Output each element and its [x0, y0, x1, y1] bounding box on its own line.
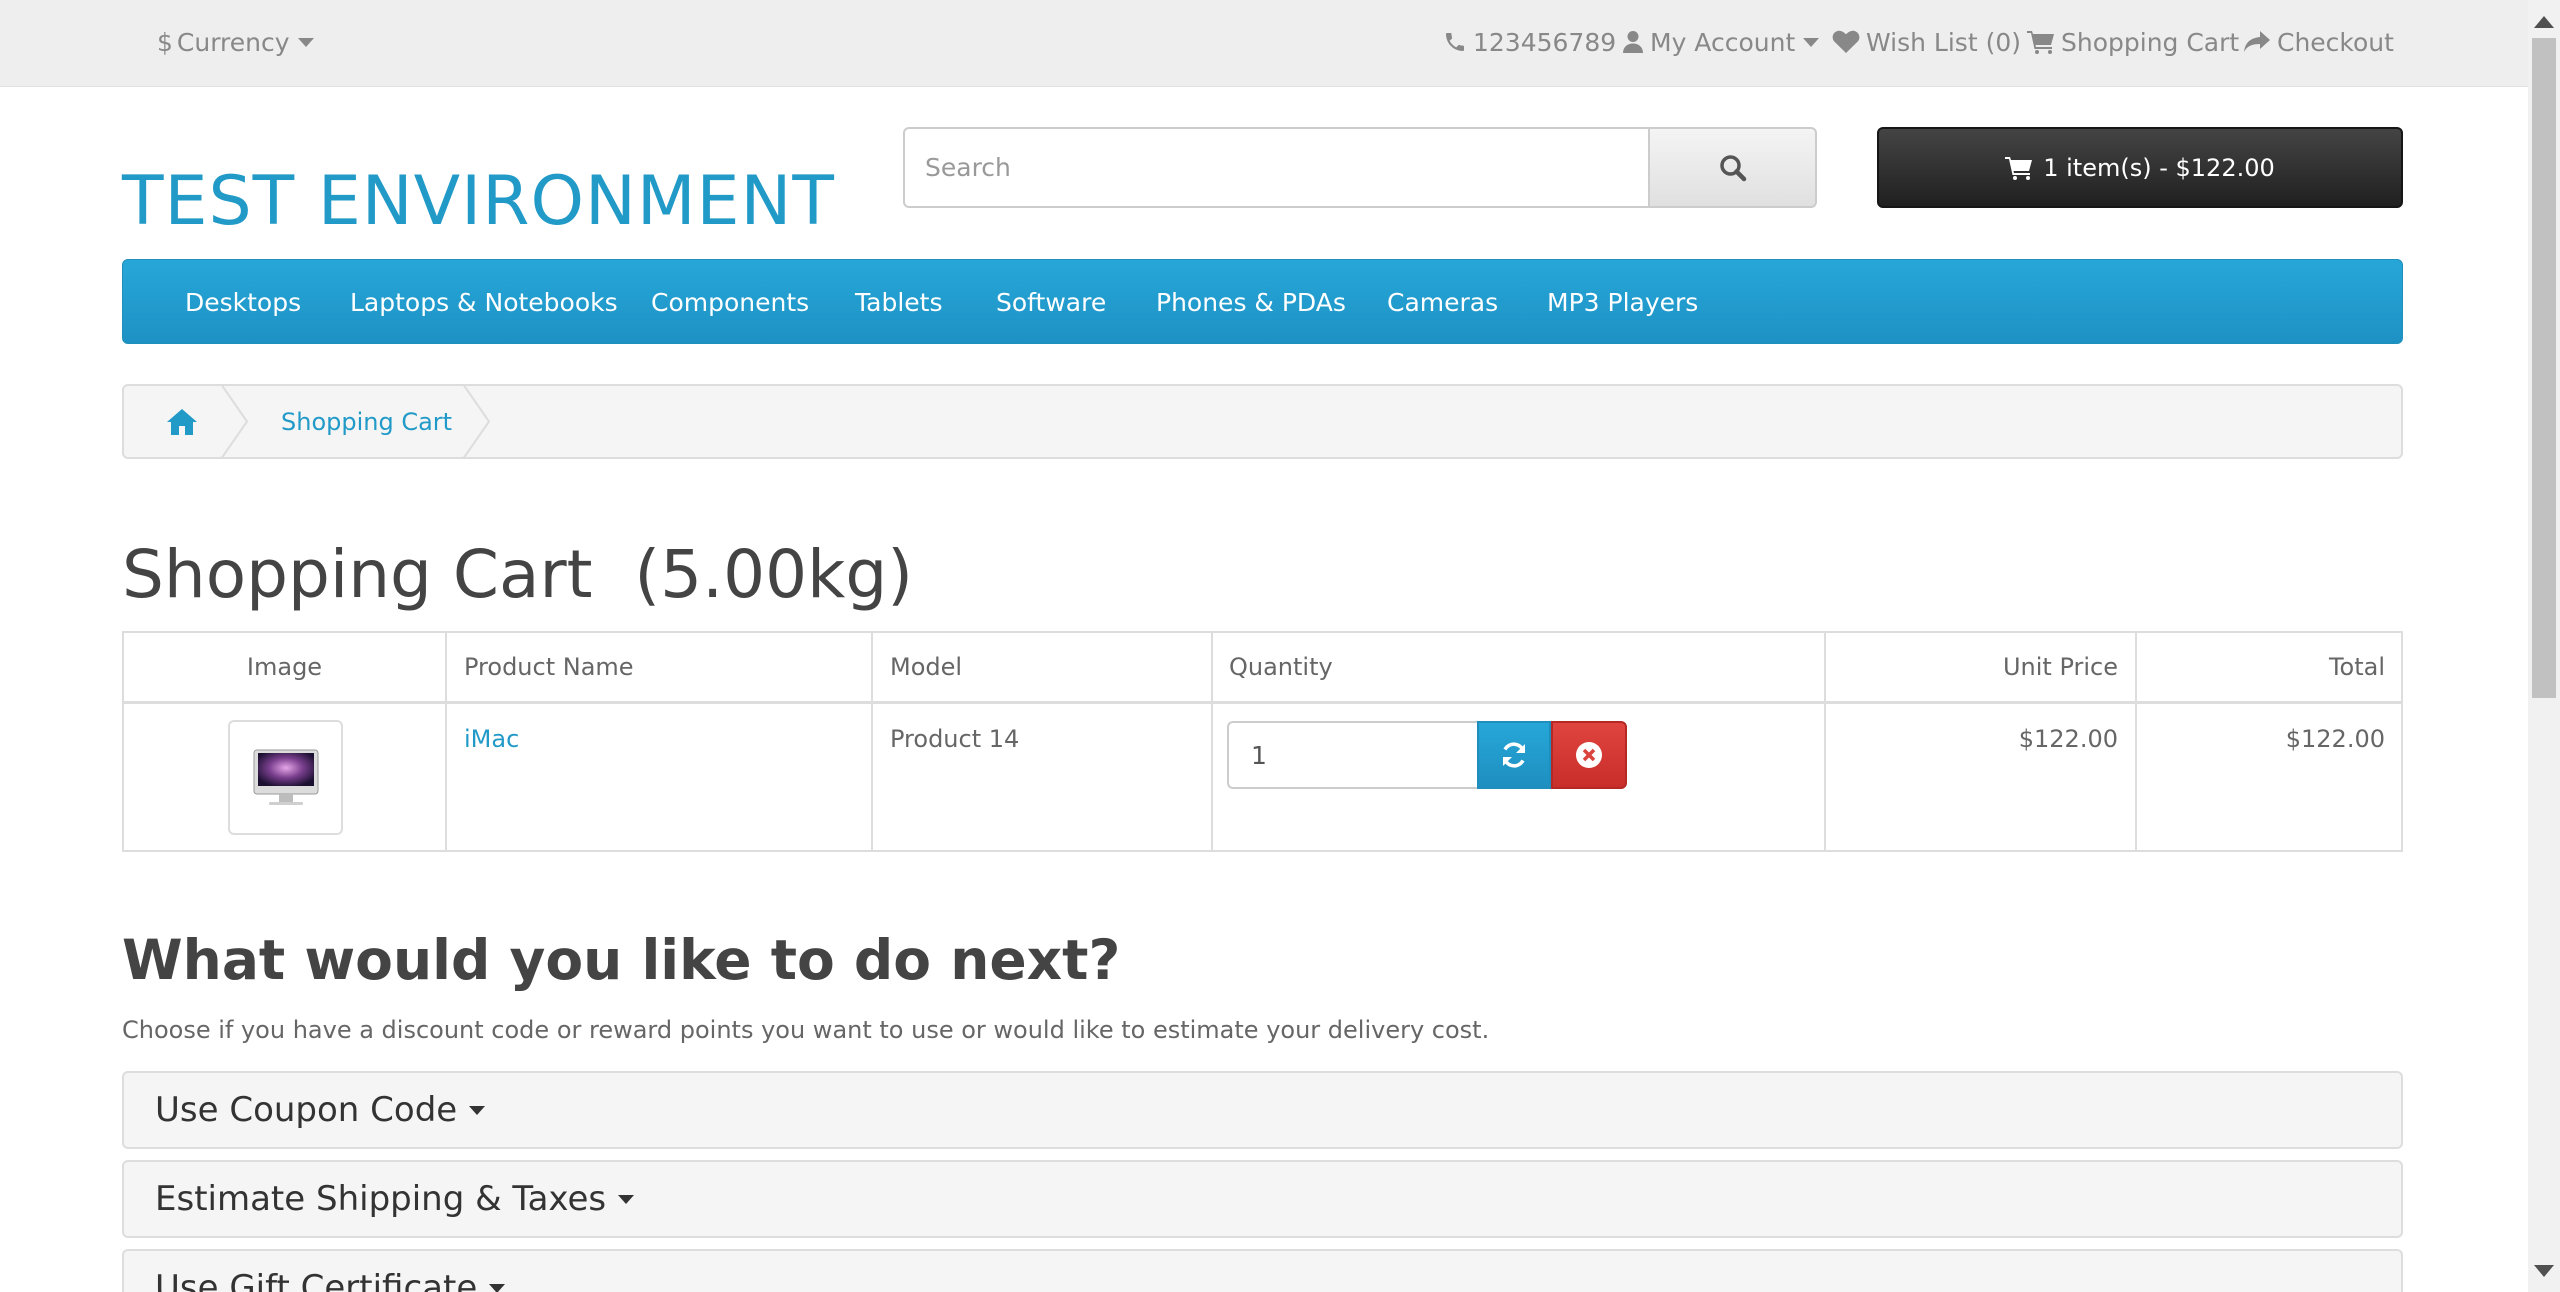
chevron-down-icon	[618, 1194, 635, 1204]
line-total: $122.00	[2285, 725, 2385, 753]
cart-table: Image Product Name Model Quantity Unit P…	[122, 631, 2403, 852]
menu-item-mp3-players[interactable]: MP3 Players	[1547, 260, 1698, 345]
menu-item-tablets[interactable]: Tablets	[855, 260, 942, 345]
search-input[interactable]	[903, 127, 1651, 208]
my-account-dropdown[interactable]: My Account	[1622, 22, 1820, 62]
imac-image	[253, 749, 318, 805]
product-name-link[interactable]: iMac	[464, 725, 519, 753]
header-unit-price: Unit Price	[2002, 653, 2118, 681]
cart-icon	[2005, 156, 2033, 180]
share-icon	[2244, 31, 2270, 52]
gift-certificate-panel-title: Use Gift Certificate	[155, 1251, 506, 1292]
currency-symbol: $	[157, 27, 173, 57]
scroll-thumb[interactable]	[2532, 38, 2556, 698]
cart-summary-button[interactable]: 1 item(s) - $122.00	[1877, 127, 2403, 208]
chevron-down-icon	[489, 1283, 506, 1292]
header-model: Model	[890, 653, 963, 681]
update-quantity-button[interactable]	[1477, 721, 1551, 789]
refresh-icon	[1502, 742, 1526, 768]
currency-dropdown[interactable]: $ Currency	[157, 22, 314, 62]
unit-price: $122.00	[2018, 725, 2118, 753]
breadcrumb: Shopping Cart	[122, 384, 2403, 459]
menu-item-laptops[interactable]: Laptops & Notebooks	[350, 260, 618, 345]
shopping-cart-link[interactable]: Shopping Cart	[2027, 22, 2239, 62]
checkout-link[interactable]: Checkout	[2243, 22, 2394, 62]
chevron-down-icon	[297, 37, 314, 47]
header-quantity: Quantity	[1229, 653, 1333, 681]
breadcrumb-shopping-cart[interactable]: Shopping Cart	[281, 386, 452, 457]
page-scrollbar[interactable]	[2528, 0, 2560, 1292]
table-divider	[871, 633, 873, 850]
scroll-up-arrow-icon[interactable]	[2534, 16, 2554, 28]
home-icon[interactable]	[166, 406, 198, 438]
phone-link[interactable]: 123456789	[1443, 22, 1616, 62]
header-image: Image	[246, 653, 323, 681]
remove-item-button[interactable]	[1551, 721, 1627, 789]
product-thumbnail[interactable]	[228, 720, 343, 835]
phone-number: 123456789	[1473, 27, 1617, 57]
close-circle-icon	[1576, 742, 1602, 768]
site-logo[interactable]: TEST ENVIRONMENT	[122, 162, 835, 241]
coupon-panel-title: Use Coupon Code	[155, 1073, 486, 1147]
gift-certificate-panel-label: Use Gift Certificate	[155, 1268, 478, 1292]
breadcrumb-separator	[463, 386, 491, 457]
shopping-cart-label: Shopping Cart	[2061, 27, 2240, 57]
page-title: Shopping Cart (5.00kg)	[122, 536, 914, 613]
shipping-panel-title: Estimate Shipping & Taxes	[155, 1162, 635, 1236]
header-product-name: Product Name	[464, 653, 634, 681]
wish-list-label: Wish List (0)	[1866, 27, 2021, 57]
product-model: Product 14	[890, 725, 1020, 753]
menu-item-cameras[interactable]: Cameras	[1387, 260, 1498, 345]
main-menu: Desktops Laptops & Notebooks Components …	[122, 259, 2403, 344]
heart-icon	[1832, 30, 1860, 53]
top-bar: $ Currency 123456789 My Account Wish Lis…	[0, 0, 2560, 87]
menu-item-components[interactable]: Components	[651, 260, 809, 345]
menu-item-phones[interactable]: Phones & PDAs	[1156, 260, 1346, 345]
user-icon	[1623, 31, 1643, 53]
chevron-down-icon	[1803, 37, 1820, 47]
my-account-label: My Account	[1650, 27, 1796, 57]
quantity-input[interactable]	[1227, 721, 1479, 789]
cart-icon	[2027, 31, 2054, 54]
currency-label: Currency	[176, 27, 290, 57]
table-divider	[445, 633, 447, 850]
header-total: Total	[2328, 653, 2385, 681]
phone-icon	[1446, 33, 1464, 51]
next-steps-title: What would you like to do next?	[122, 928, 1121, 992]
chevron-down-icon	[469, 1105, 486, 1115]
coupon-panel-label: Use Coupon Code	[155, 1090, 458, 1130]
coupon-panel[interactable]: Use Coupon Code	[122, 1071, 2403, 1149]
menu-item-desktops[interactable]: Desktops	[185, 260, 301, 345]
search-icon	[1719, 154, 1746, 181]
gift-certificate-panel[interactable]: Use Gift Certificate	[122, 1249, 2403, 1292]
wish-list-link[interactable]: Wish List (0)	[1832, 22, 2021, 62]
checkout-label: Checkout	[2277, 27, 2394, 57]
search-button[interactable]	[1648, 127, 1817, 208]
cart-summary-label: 1 item(s) - $122.00	[2043, 153, 2275, 182]
table-divider	[124, 701, 2401, 704]
shipping-panel[interactable]: Estimate Shipping & Taxes	[122, 1160, 2403, 1238]
table-divider	[1211, 633, 1213, 850]
breadcrumb-separator	[221, 386, 249, 457]
shipping-panel-label: Estimate Shipping & Taxes	[155, 1179, 607, 1219]
scroll-down-arrow-icon[interactable]	[2534, 1265, 2554, 1277]
menu-item-software[interactable]: Software	[996, 260, 1106, 345]
next-steps-description: Choose if you have a discount code or re…	[122, 1016, 1490, 1044]
